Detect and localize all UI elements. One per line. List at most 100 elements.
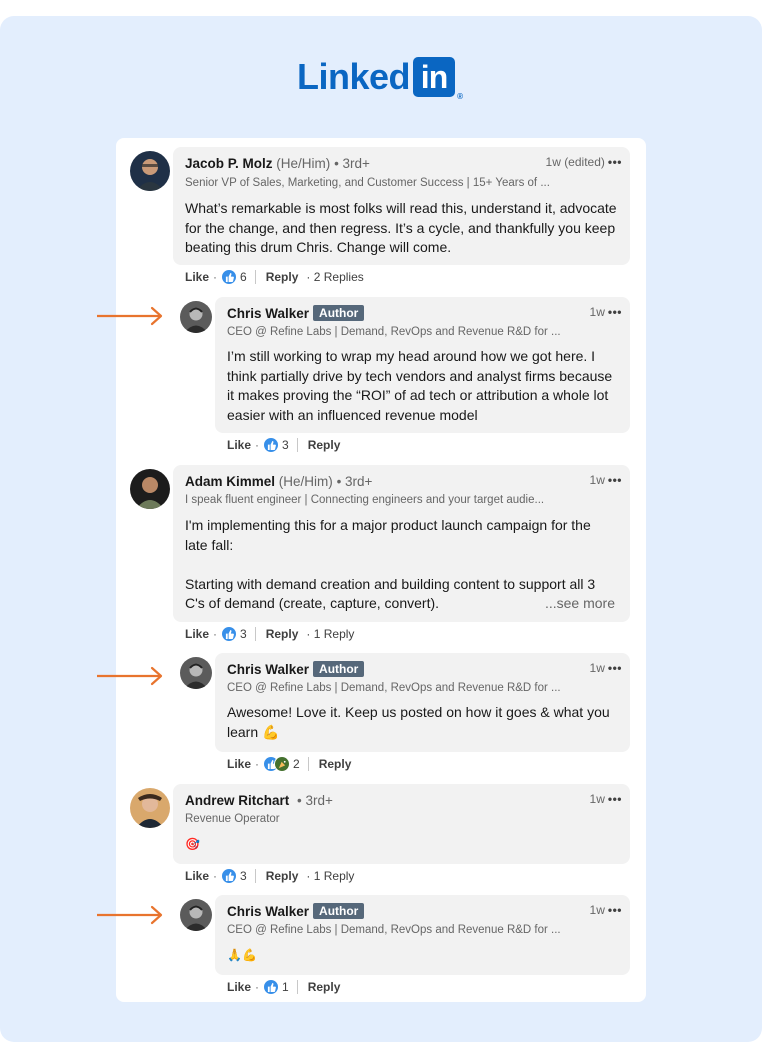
reply-author-line: Chris Walker Author — [227, 305, 365, 323]
author-name[interactable]: Chris Walker — [227, 904, 309, 919]
comment-line: late fall: — [185, 536, 234, 553]
timestamp: 1w (edited) — [545, 155, 605, 169]
divider — [307, 757, 309, 771]
reply-author-line: Chris Walker Author — [227, 903, 365, 921]
arrow-right-icon — [97, 905, 163, 925]
timestamp: 1w — [589, 305, 605, 319]
avatar-adam[interactable] — [130, 469, 170, 509]
more-options-icon[interactable]: ••• — [608, 792, 622, 806]
celebrate-reaction-icon[interactable] — [274, 756, 291, 772]
timestamp: 1w — [589, 473, 605, 487]
see-more-link[interactable]: ...see more — [545, 594, 615, 614]
comment-time: 1w (edited) ••• — [546, 155, 622, 169]
comment-line: 🎯 — [185, 837, 200, 851]
logo-in-text: in — [420, 58, 448, 95]
avatar-chris[interactable] — [180, 657, 212, 689]
reaction-count[interactable]: 1 — [282, 979, 289, 995]
author-name[interactable]: Chris Walker — [227, 306, 309, 321]
comment-line: learn 💪 — [227, 723, 280, 740]
author-badge: Author — [313, 305, 365, 321]
reply-body: 🙏💪 — [227, 946, 627, 966]
comment-body: 🎯 — [185, 835, 625, 855]
comment-line: it makes proving the “ROI” of ad tech or… — [227, 387, 609, 403]
reply-actions: Like · 3 Reply — [227, 437, 340, 453]
arrow-right-icon — [97, 666, 163, 686]
comment-line: beating this drum Chris. Change will com… — [185, 239, 452, 255]
author-headline: CEO @ Refine Labs | Demand, RevOps and R… — [227, 326, 561, 338]
reply-button[interactable]: Reply — [308, 437, 341, 453]
like-button[interactable]: Like — [185, 868, 209, 884]
like-reaction-icon[interactable] — [263, 979, 280, 995]
reply-button[interactable]: Reply — [308, 979, 341, 995]
like-button[interactable]: Like — [227, 437, 251, 453]
author-name[interactable]: Andrew Ritchart — [185, 793, 289, 808]
comment-line: for the change, and then regress. It’s a… — [185, 219, 616, 236]
logo-registered-mark: ® — [457, 92, 464, 101]
logo-wordmark: Linked — [297, 56, 411, 97]
reply-body: I’m still working to wrap my head around… — [227, 347, 627, 425]
replies-count-link[interactable]: · 1 Reply — [306, 868, 354, 884]
comment-time: 1w ••• — [590, 473, 622, 487]
reply-actions: Like · 1 Reply — [227, 979, 340, 995]
comment-actions: Like · 3 Reply · 1 Reply — [185, 868, 354, 884]
more-options-icon[interactable]: ••• — [608, 473, 622, 487]
like-reaction-icon[interactable] — [263, 437, 280, 453]
logo-in-box: in ® — [413, 57, 463, 101]
like-button[interactable]: Like — [227, 756, 251, 772]
comment-line: Starting with demand creation and buildi… — [185, 575, 596, 592]
like-button[interactable]: Like — [227, 979, 251, 995]
like-reaction-icon[interactable] — [221, 626, 238, 642]
author-name[interactable]: Jacob P. Molz — [185, 156, 273, 171]
timestamp: 1w — [589, 661, 605, 675]
author-headline: Revenue Operator — [185, 813, 280, 825]
connection-degree: • 3rd+ — [336, 474, 373, 489]
comment-time: 1w ••• — [590, 661, 622, 675]
separator-dot: · — [213, 270, 218, 284]
author-badge: Author — [313, 661, 365, 677]
like-button[interactable]: Like — [185, 626, 209, 642]
separator-dot: · — [255, 757, 260, 771]
comment-time: 1w ••• — [590, 305, 622, 319]
divider — [296, 980, 298, 994]
reaction-count[interactable]: 3 — [240, 626, 247, 642]
reaction-count[interactable]: 3 — [282, 437, 289, 453]
like-reaction-icon[interactable] — [221, 868, 238, 884]
comment-line: easier with an influenced revenue model — [227, 406, 478, 423]
like-button[interactable]: Like — [185, 269, 209, 285]
comment-body: What’s remarkable is most folks will rea… — [185, 199, 625, 258]
avatar-jacob[interactable] — [130, 151, 170, 191]
divider — [254, 627, 256, 641]
timestamp: 1w — [589, 903, 605, 917]
reply-button[interactable]: Reply — [319, 756, 352, 772]
author-headline: I speak fluent engineer | Connecting eng… — [185, 494, 545, 506]
reply-body: Awesome! Love it. Keep us posted on how … — [227, 703, 627, 742]
replies-count-link[interactable]: · 2 Replies — [306, 269, 363, 285]
reply-button[interactable]: Reply — [266, 626, 299, 642]
reply-button[interactable]: Reply — [266, 868, 299, 884]
avatar-chris[interactable] — [180, 899, 212, 931]
author-pronouns: (He/Him) — [278, 474, 333, 489]
reaction-count[interactable]: 6 — [240, 269, 247, 285]
arrow-right-icon — [97, 306, 163, 326]
more-options-icon[interactable]: ••• — [608, 305, 622, 319]
author-name[interactable]: Chris Walker — [227, 662, 309, 677]
more-options-icon[interactable]: ••• — [608, 661, 622, 675]
avatar-chris[interactable] — [180, 301, 212, 333]
reaction-count[interactable]: 2 — [293, 756, 300, 772]
author-name[interactable]: Adam Kimmel — [185, 474, 275, 489]
reaction-count[interactable]: 3 — [240, 868, 247, 884]
divider — [254, 270, 256, 284]
reply-button[interactable]: Reply — [266, 269, 299, 285]
timestamp: 1w — [589, 792, 605, 806]
separator-dot: · — [255, 980, 260, 994]
like-reaction-icon[interactable] — [221, 269, 238, 285]
comment-actions: Like · 3 Reply · 1 Reply — [185, 626, 354, 642]
comment-line: What’s remarkable is most folks will rea… — [185, 200, 617, 216]
divider — [254, 869, 256, 883]
comments-card: Jacob P. Molz (He/Him) • 3rd+ Senior VP … — [116, 138, 646, 1002]
avatar-andrew[interactable] — [130, 788, 170, 828]
more-options-icon[interactable]: ••• — [608, 155, 622, 169]
author-headline: CEO @ Refine Labs | Demand, RevOps and R… — [227, 924, 561, 936]
more-options-icon[interactable]: ••• — [608, 903, 622, 917]
replies-count-link[interactable]: · 1 Reply — [306, 626, 354, 642]
